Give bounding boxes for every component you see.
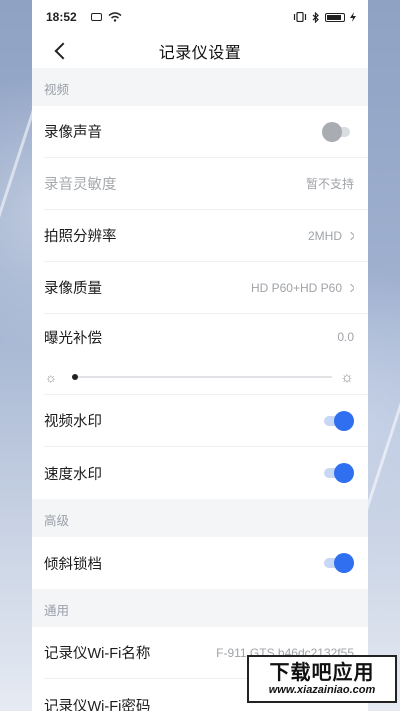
wifi-name-label: 记录仪Wi-Fi名称 [44,646,151,662]
exposure-slider-thumb[interactable] [72,374,78,380]
photo-resolution-row[interactable]: 拍照分辨率 2MHD [44,210,368,262]
chevron-right-icon [346,231,354,240]
status-time: 18:52 [46,10,77,24]
nav-bar: 记录仪设置 [32,34,368,68]
wifi-password-label: 记录仪Wi-Fi密码 [44,698,151,711]
speed-watermark-toggle[interactable] [322,462,354,484]
section-header-general: 通用 [44,604,70,618]
photo-resolution-label: 拍照分辨率 [44,229,117,245]
charging-icon [350,12,356,22]
video-settings-card: 录像声音 录音灵敏度 暂不支持 拍照分辨率 2MHD 录像质量 HD P60+H… [32,106,368,499]
vibrate-icon [293,12,307,22]
video-watermark-label: 视频水印 [44,414,102,430]
record-sound-label: 录像声音 [44,125,102,141]
watermark-url: www.xiazainiao.com [268,684,376,696]
battery-icon [325,12,345,22]
tilt-lock-label: 倾斜锁档 [44,556,102,573]
record-sound-toggle[interactable] [322,121,354,143]
speed-watermark-label: 速度水印 [44,466,102,483]
speed-watermark-row: 速度水印 [44,447,368,499]
tilt-lock-row: 倾斜锁档 [44,537,368,589]
chevron-right-icon [346,283,354,292]
section-header-advanced: 高级 [44,514,70,528]
exposure-label: 曝光补偿 [44,330,102,347]
video-watermark-row: 视频水印 [44,395,368,447]
wifi-icon [108,12,122,22]
exposure-slider[interactable] [72,370,332,384]
tilt-lock-toggle[interactable] [322,552,354,574]
sun-large-icon: ☼ [340,368,354,386]
record-quality-value: HD P60+HD P60 [251,281,354,295]
advanced-settings-card: 倾斜锁档 [32,537,368,589]
photo-resolution-value: 2MHD [308,229,354,243]
sun-small-icon: ☼ [45,369,57,385]
record-sound-row: 录像声音 [44,106,368,158]
notification-icon [90,13,102,21]
mic-sensitivity-label: 录音灵敏度 [44,177,117,193]
exposure-slider-row: ☼ ☼ [44,360,368,395]
exposure-row: 曝光补偿 0.0 [44,314,368,360]
exposure-value: 0.0 [337,330,354,344]
mic-sensitivity-value: 暂不支持 [305,177,354,191]
record-quality-row[interactable]: 录像质量 HD P60+HD P60 [44,262,368,314]
back-button[interactable] [50,40,72,62]
page-title: 记录仪设置 [158,45,242,62]
section-header-video: 视频 [44,83,70,97]
mic-sensitivity-row: 录音灵敏度 暂不支持 [44,158,368,210]
bluetooth-icon [312,11,319,23]
phone-screen: 18:52 记录仪设置 视频 录像声音 录音灵敏度 暂不支持 拍照分辨率 2MH… [32,0,368,711]
video-watermark-toggle[interactable] [322,410,354,432]
record-quality-label: 录像质量 [44,281,102,297]
status-bar: 18:52 [32,0,368,34]
site-watermark-logo: 下载吧应用 www.xiazainiao.com [247,655,397,703]
watermark-title: 下载吧应用 [269,662,375,684]
chevron-left-icon [54,42,72,60]
